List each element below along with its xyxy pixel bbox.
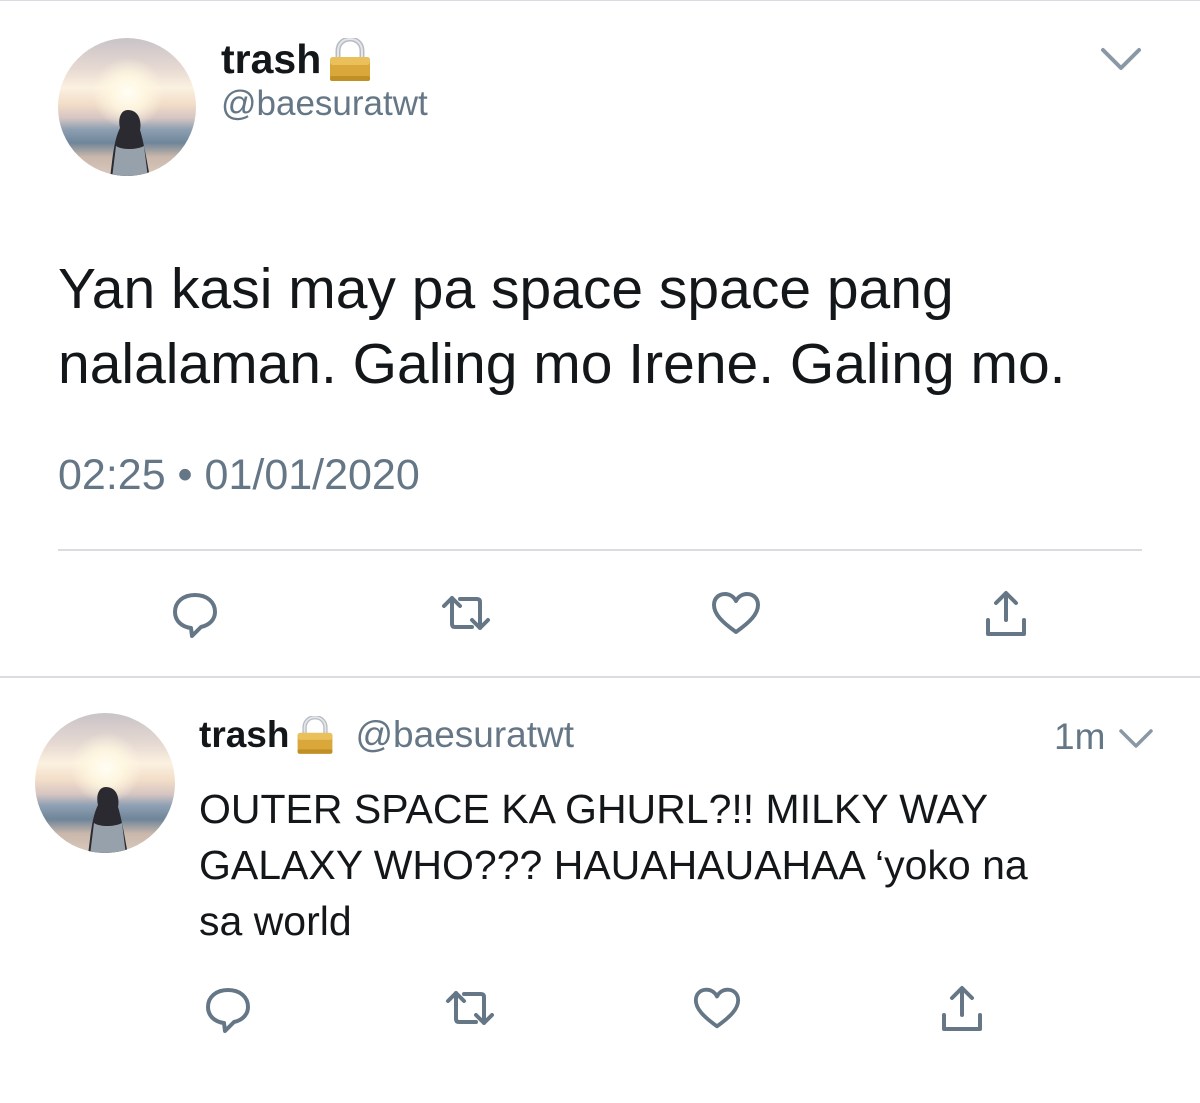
avatar[interactable] xyxy=(58,38,196,176)
reply-header: trash @baesuratwt xyxy=(199,714,574,756)
user-handle[interactable]: @baesuratwt xyxy=(221,84,428,124)
chevron-down-icon[interactable] xyxy=(1100,46,1142,74)
retweet-icon[interactable] xyxy=(444,985,496,1031)
avatar-person-silhouette xyxy=(88,787,128,853)
like-icon[interactable] xyxy=(710,590,762,636)
reply-icon[interactable] xyxy=(203,985,253,1035)
reply-display-name-text[interactable]: trash xyxy=(199,714,289,756)
reply-user-handle[interactable]: @baesuratwt xyxy=(355,714,574,756)
reply-display-name[interactable]: trash xyxy=(199,714,335,756)
reply-tweet-text: OUTER SPACE KA GHURL?!! MILKY WAY GALAXY… xyxy=(199,786,1028,944)
retweet-icon[interactable] xyxy=(440,590,492,636)
display-name[interactable]: trash xyxy=(221,36,373,83)
chevron-down-icon[interactable] xyxy=(1118,728,1154,750)
main-tweet: trash @baesuratwt Yan kasi may pa space … xyxy=(0,0,1200,677)
like-icon[interactable] xyxy=(692,985,742,1031)
share-icon[interactable] xyxy=(984,590,1028,638)
tweet-timestamp[interactable]: 02:25 • 01/01/2020 xyxy=(58,451,420,500)
lock-icon xyxy=(330,37,371,81)
divider xyxy=(58,549,1142,551)
avatar-person-silhouette xyxy=(110,110,150,176)
section-divider xyxy=(0,676,1200,678)
share-icon[interactable] xyxy=(940,985,984,1033)
display-name-text[interactable]: trash xyxy=(221,36,321,83)
lock-icon xyxy=(298,715,333,754)
reply-icon[interactable] xyxy=(170,590,220,640)
tweet-text: Yan kasi may pa space space pang nalalam… xyxy=(58,257,1066,396)
reply-avatar[interactable] xyxy=(35,713,175,853)
reply-time-ago[interactable]: 1m xyxy=(1054,716,1105,758)
